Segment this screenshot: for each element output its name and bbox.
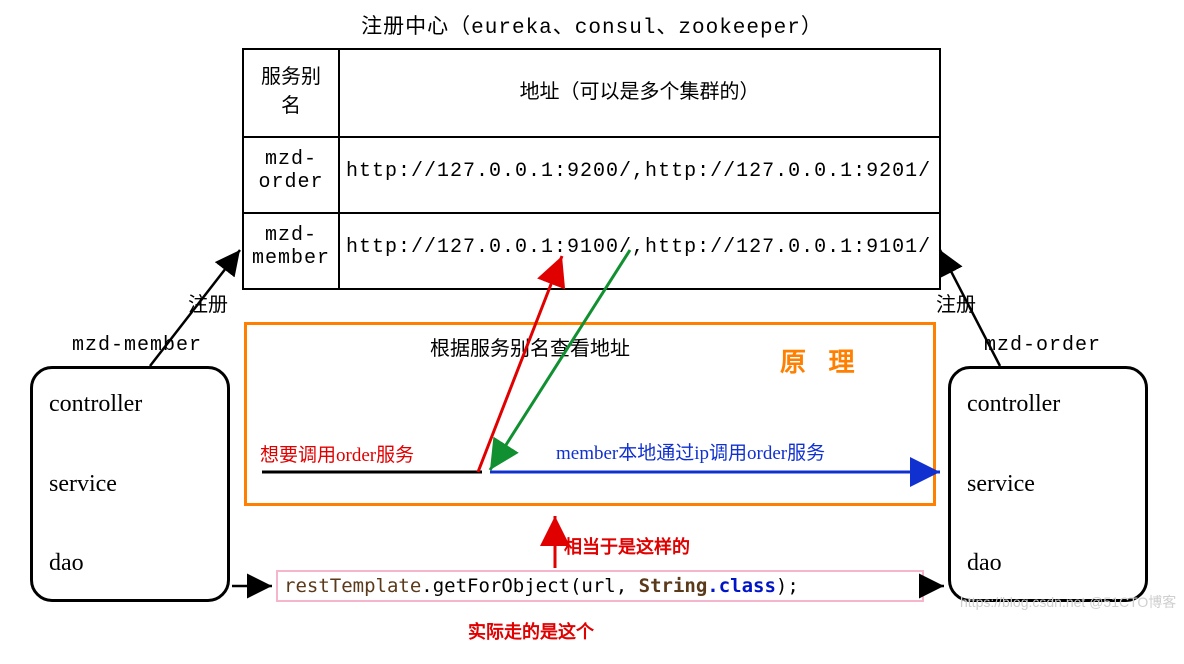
cell-address: http://127.0.0.1:9100/,http://127.0.0.1:… [339, 213, 940, 289]
table-header-alias: 服务别名 [243, 49, 339, 137]
code-kw: .class [707, 575, 776, 597]
table-row: mzd-order http://127.0.0.1:9200/,http://… [243, 137, 940, 213]
layer-controller: controller [49, 391, 211, 418]
cell-alias: mzd-order [243, 137, 339, 213]
code-method: .getForObject(url, [421, 575, 638, 597]
cell-address: http://127.0.0.1:9200/,http://127.0.0.1:… [339, 137, 940, 213]
code-str: String [639, 575, 708, 597]
principle-blue-text: member本地通过ip调用order服务 [556, 438, 825, 465]
principle-title: 根据服务别名查看地址 [430, 332, 630, 361]
layer-service: service [967, 471, 1129, 498]
table-row: mzd-member http://127.0.0.1:9100/,http:/… [243, 213, 940, 289]
code-snippet: restTemplate.getForObject(url, String.cl… [276, 570, 924, 602]
code-tail: ); [776, 575, 799, 597]
layer-service: service [49, 471, 211, 498]
member-service-box: controller service dao [30, 366, 230, 602]
register-label-right: 注册 [936, 288, 976, 317]
registry-title: 注册中心（eureka、consul、zookeeper） [0, 10, 1184, 40]
code-obj: restTemplate [284, 575, 421, 597]
register-label-left: 注册 [188, 288, 228, 317]
caption-below-code: 实际走的是这个 [468, 618, 594, 644]
layer-dao: dao [967, 550, 1129, 577]
principle-badge: 原 理 [780, 342, 863, 379]
layer-dao: dao [49, 550, 211, 577]
order-service-box: controller service dao [948, 366, 1148, 602]
member-service-label: mzd-member [72, 334, 202, 357]
caption-above-code: 相当于是这样的 [564, 533, 690, 559]
principle-red-text: 想要调用order服务 [260, 440, 414, 467]
layer-controller: controller [967, 391, 1129, 418]
order-service-label: mzd-order [984, 334, 1101, 357]
table-header-address: 地址（可以是多个集群的） [339, 49, 940, 137]
cell-alias: mzd-member [243, 213, 339, 289]
registry-table: 服务别名 地址（可以是多个集群的） mzd-order http://127.0… [242, 48, 941, 290]
watermark: https://blog.csdn.net @51CTO博客 [960, 592, 1176, 612]
